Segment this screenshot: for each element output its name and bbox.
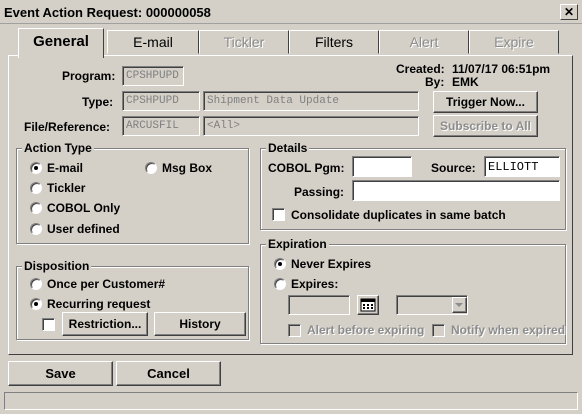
program-field[interactable]: CPSHPUPD	[122, 66, 184, 86]
expires-date-input[interactable]	[288, 295, 350, 315]
cobol-pgm-input[interactable]	[352, 156, 412, 177]
close-button[interactable]: ✕	[560, 4, 578, 20]
restriction-button[interactable]: Restriction...	[62, 312, 148, 336]
details-title: Details	[266, 141, 310, 155]
close-icon: ✕	[563, 5, 575, 19]
alert-before-checkbox[interactable]	[288, 324, 301, 337]
never-expires-label[interactable]: Never Expires	[291, 257, 371, 271]
reference-field[interactable]: <All>	[203, 116, 419, 136]
recurring-request-radio[interactable]	[30, 298, 42, 310]
title-bar: Event Action Request: 000000058 ✕	[0, 0, 582, 24]
passing-input[interactable]	[352, 180, 560, 201]
calendar-icon	[360, 298, 376, 312]
source-label: Source:	[431, 161, 476, 175]
msg-box-radio-label[interactable]: Msg Box	[162, 161, 212, 175]
disposition-title: Disposition	[22, 259, 92, 273]
once-per-customer-label[interactable]: Once per Customer#	[47, 277, 165, 291]
tab-general[interactable]: General	[18, 28, 104, 58]
status-bar	[4, 392, 578, 410]
action-type-title: Action Type	[22, 141, 94, 155]
program-label: Program:	[62, 69, 116, 83]
email-radio-label[interactable]: E-mail	[47, 161, 83, 175]
type-label: Type:	[82, 95, 114, 109]
notify-when-checkbox[interactable]	[432, 324, 445, 337]
tab-alert[interactable]: Alert	[379, 30, 469, 54]
consolidate-checkbox[interactable]	[272, 208, 285, 221]
email-radio[interactable]	[30, 162, 42, 174]
type-description-field: Shipment Data Update	[203, 91, 419, 111]
tab-email[interactable]: E-mail	[107, 30, 199, 54]
history-button[interactable]: History	[154, 312, 246, 336]
trigger-now-button[interactable]: Trigger Now...	[433, 91, 538, 113]
restriction-checkbox[interactable]	[42, 318, 55, 331]
created-value: 11/07/17 06:51pm	[452, 62, 551, 76]
cobol-only-radio-label[interactable]: COBOL Only	[47, 201, 120, 215]
type-field[interactable]: CPSHPUPD	[122, 91, 200, 111]
file-field[interactable]: ARCUSFIL	[122, 116, 200, 136]
subscribe-all-button[interactable]: Subscribe to All	[433, 115, 538, 137]
alert-before-label[interactable]: Alert before expiring	[307, 323, 424, 337]
never-expires-radio[interactable]	[274, 258, 286, 270]
source-input[interactable]: ELLIOTT	[484, 156, 560, 177]
tickler-radio-label[interactable]: Tickler	[47, 181, 85, 195]
cancel-button[interactable]: Cancel	[116, 361, 221, 386]
user-defined-radio[interactable]	[30, 223, 42, 235]
user-defined-radio-label[interactable]: User defined	[47, 222, 120, 236]
tickler-radio[interactable]	[30, 182, 42, 194]
expires-label[interactable]: Expires:	[291, 277, 338, 291]
expires-radio[interactable]	[274, 278, 286, 290]
time-dropdown-button[interactable]	[452, 297, 467, 313]
save-button[interactable]: Save	[8, 361, 113, 386]
passing-label: Passing:	[294, 185, 345, 199]
window-title: Event Action Request: 000000058	[4, 5, 211, 20]
by-label: By:	[425, 75, 445, 89]
expiration-title: Expiration	[266, 237, 329, 251]
calendar-button[interactable]	[357, 295, 379, 315]
notify-when-label[interactable]: Notify when expired	[451, 323, 565, 337]
cobol-only-radio[interactable]	[30, 202, 42, 214]
once-per-customer-radio[interactable]	[30, 278, 42, 290]
tab-expire[interactable]: Expire	[469, 30, 559, 54]
file-reference-label: File/Reference:	[24, 120, 111, 134]
by-value: EMK	[452, 75, 479, 89]
recurring-request-label[interactable]: Recurring request	[47, 297, 150, 311]
chevron-down-icon	[455, 303, 463, 307]
consolidate-label[interactable]: Consolidate duplicates in same batch	[291, 208, 506, 222]
tab-filters[interactable]: Filters	[289, 30, 379, 54]
msg-box-radio[interactable]	[145, 162, 157, 174]
cobol-pgm-label: COBOL Pgm:	[268, 161, 345, 175]
tab-tickler[interactable]: Tickler	[199, 30, 289, 54]
created-label: Created:	[396, 62, 445, 76]
